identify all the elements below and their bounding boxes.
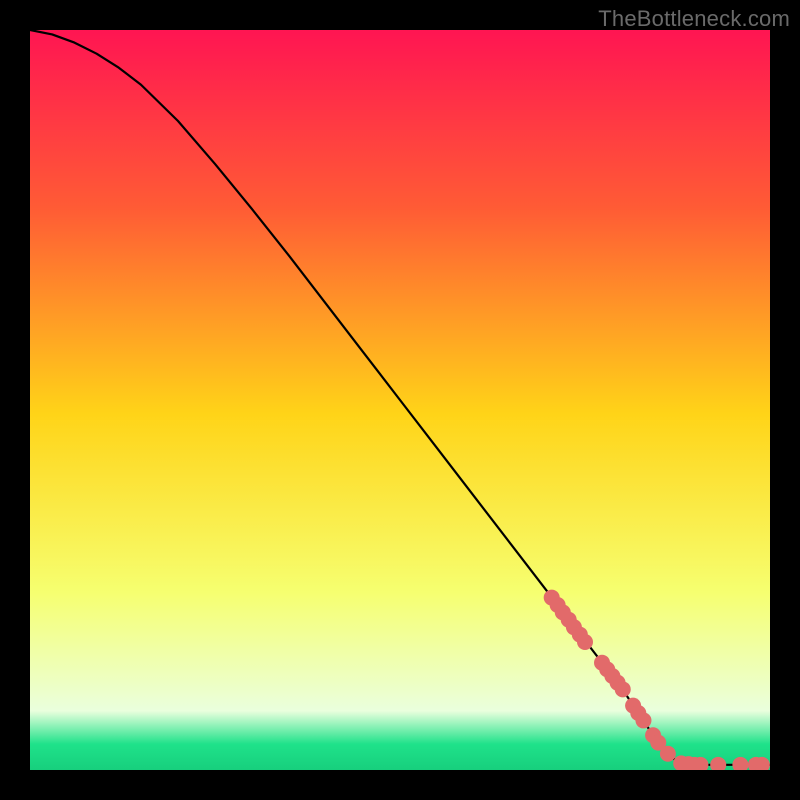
- data-marker: [615, 681, 631, 697]
- watermark-label: TheBottleneck.com: [598, 6, 790, 32]
- data-marker: [577, 634, 593, 650]
- plot-area: [30, 30, 770, 770]
- data-marker: [660, 746, 676, 762]
- data-marker: [635, 712, 651, 728]
- chart-svg: [30, 30, 770, 770]
- chart-stage: TheBottleneck.com: [0, 0, 800, 800]
